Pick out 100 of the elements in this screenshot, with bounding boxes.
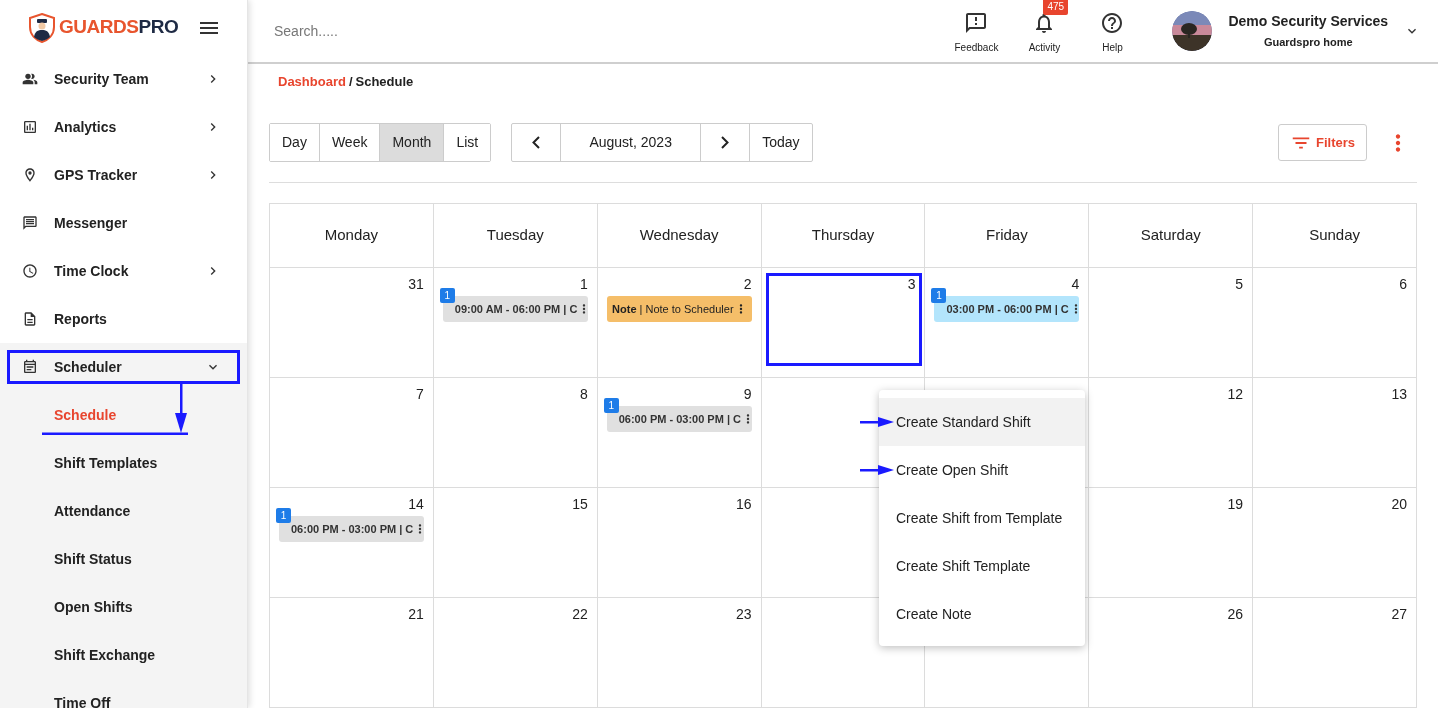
day-number: 14 bbox=[408, 496, 424, 512]
day-number: 23 bbox=[736, 606, 752, 622]
day-number: 4 bbox=[1071, 276, 1080, 292]
day-number: 5 bbox=[1235, 276, 1244, 292]
calendar-icon bbox=[22, 359, 38, 375]
clock-icon bbox=[22, 263, 38, 279]
day-number: 31 bbox=[408, 276, 424, 292]
day-cell[interactable]: 7 bbox=[270, 378, 434, 488]
brand-name: GUARDSPRO bbox=[59, 15, 179, 40]
notification-badge: 475 bbox=[1043, 0, 1069, 15]
day-number: 22 bbox=[572, 606, 588, 622]
day-cell[interactable]: 21 bbox=[270, 598, 434, 708]
day-cell[interactable]: 16 bbox=[597, 488, 762, 598]
day-number: 12 bbox=[1227, 386, 1244, 402]
day-number: 2 bbox=[743, 276, 752, 292]
document-icon bbox=[22, 311, 38, 327]
help-icon bbox=[1100, 11, 1125, 35]
submenu-item[interactable]: Shift Exchange bbox=[54, 644, 156, 666]
weekday-header: Friday bbox=[925, 204, 1090, 268]
submenu-item[interactable]: Shift Templates bbox=[54, 452, 158, 474]
day-cell[interactable]: 12 bbox=[1089, 378, 1254, 488]
count-badge: 1 bbox=[276, 508, 291, 523]
account-subtitle: Guardspro home bbox=[1263, 35, 1353, 51]
day-cell[interactable]: 22 bbox=[433, 598, 598, 708]
day-cell[interactable]: 20 bbox=[1253, 488, 1417, 598]
day-number: 13 bbox=[1391, 386, 1407, 402]
day-number: 26 bbox=[1227, 606, 1244, 622]
day-number: 7 bbox=[416, 386, 424, 402]
day-cell[interactable]: 6 bbox=[1253, 268, 1417, 378]
weekday-header: Sunday bbox=[1253, 204, 1417, 268]
period-label: August, 2023 bbox=[561, 124, 702, 161]
day-cell[interactable]: 31 bbox=[270, 268, 434, 378]
view-tab[interactable]: Month bbox=[380, 124, 445, 161]
sidebar-item[interactable]: GPS Tracker bbox=[0, 151, 247, 199]
sidebar-item[interactable]: Messenger bbox=[0, 199, 247, 247]
sidebar-item[interactable]: Security Team bbox=[0, 55, 247, 103]
sidebar-item[interactable]: Analytics bbox=[0, 103, 247, 151]
day-cell[interactable]: 3 bbox=[761, 268, 926, 378]
weekday-header: Wednesday bbox=[597, 204, 762, 268]
search-field[interactable]: Search..... bbox=[274, 15, 943, 47]
day-cell[interactable]: 27 bbox=[1253, 598, 1417, 708]
weekday-header: Thursday bbox=[761, 204, 926, 268]
menu-item[interactable]: Create Open Shift bbox=[879, 446, 1085, 494]
breadcrumb-current: Schedule bbox=[355, 73, 414, 92]
day-number: 1 bbox=[579, 276, 588, 292]
weekday-header: Saturday bbox=[1089, 204, 1254, 268]
day-cell[interactable]: 4 03:00 PM - 06:00 PM | C 1 bbox=[925, 268, 1090, 378]
day-cell[interactable]: 1 09:00 AM - 06:00 PM | C 1 bbox=[433, 268, 598, 378]
count-badge: 1 bbox=[603, 398, 619, 413]
breadcrumb-link[interactable]: Dashboard bbox=[278, 72, 346, 92]
day-cell[interactable]: 15 bbox=[433, 488, 598, 598]
toolbar-action[interactable]: Feedback bbox=[942, 7, 1011, 55]
day-number: 21 bbox=[408, 606, 424, 622]
submenu-item[interactable]: Time Off bbox=[54, 692, 111, 708]
day-cell[interactable]: 26 bbox=[1089, 598, 1254, 708]
chevron-right-icon bbox=[721, 136, 730, 149]
day-number: 19 bbox=[1227, 496, 1244, 512]
location-pin-icon bbox=[22, 167, 38, 183]
weekday-header: Monday bbox=[270, 204, 434, 268]
day-cell[interactable]: 14 06:00 PM - 03:00 PM | C 1 bbox=[270, 488, 434, 598]
shield-logo-icon bbox=[29, 12, 55, 43]
today-button[interactable]: Today bbox=[750, 124, 812, 161]
view-tab[interactable]: Day bbox=[270, 124, 320, 161]
day-cell[interactable]: 23 bbox=[597, 598, 762, 708]
people-icon bbox=[22, 71, 38, 87]
day-cell[interactable]: 2 Note | Note to Scheduler bbox=[597, 268, 762, 378]
filters-button[interactable]: Filters bbox=[1278, 124, 1367, 161]
sidebar-item[interactable]: Time Clock bbox=[0, 247, 247, 295]
submenu-item[interactable]: Open Shifts bbox=[54, 596, 133, 618]
message-icon bbox=[22, 215, 38, 231]
day-number: 8 bbox=[579, 386, 588, 402]
submenu-item[interactable]: Shift Status bbox=[54, 548, 132, 570]
day-number: 27 bbox=[1391, 606, 1407, 622]
day-cell[interactable]: 8 bbox=[433, 378, 598, 488]
breadcrumb-separator: / bbox=[348, 73, 353, 92]
toolbar-action[interactable]: Help bbox=[1078, 7, 1147, 55]
count-badge: 1 bbox=[439, 288, 455, 303]
submenu-item[interactable]: Schedule bbox=[54, 404, 117, 426]
day-number: 20 bbox=[1391, 496, 1407, 512]
chart-icon bbox=[22, 119, 38, 135]
count-badge: 1 bbox=[931, 288, 947, 303]
account-name: Demo Security Services bbox=[1228, 12, 1388, 32]
sidebar-item[interactable]: Reports bbox=[0, 295, 247, 343]
menu-item[interactable]: Create Standard Shift bbox=[879, 398, 1085, 446]
day-cell[interactable]: 13 bbox=[1253, 378, 1417, 488]
day-number: 3 bbox=[907, 276, 916, 292]
menu-item[interactable]: Create Note bbox=[879, 590, 1085, 638]
day-cell[interactable]: 9 06:00 PM - 03:00 PM | C 1 bbox=[597, 378, 762, 488]
menu-item[interactable]: Create Shift from Template bbox=[879, 494, 1085, 542]
submenu-item[interactable]: Attendance bbox=[54, 500, 131, 522]
note-event[interactable]: Note | Note to Scheduler bbox=[606, 296, 752, 322]
chevron-left-icon bbox=[532, 136, 541, 149]
day-number: 9 bbox=[743, 386, 752, 402]
day-cell[interactable]: 19 bbox=[1089, 488, 1254, 598]
menu-item[interactable]: Create Shift Template bbox=[879, 542, 1085, 590]
day-cell[interactable]: 5 bbox=[1089, 268, 1254, 378]
feedback-icon bbox=[964, 11, 989, 35]
day-number: 16 bbox=[736, 496, 752, 512]
day-number: 15 bbox=[572, 496, 588, 512]
weekday-header: Tuesday bbox=[433, 204, 598, 268]
